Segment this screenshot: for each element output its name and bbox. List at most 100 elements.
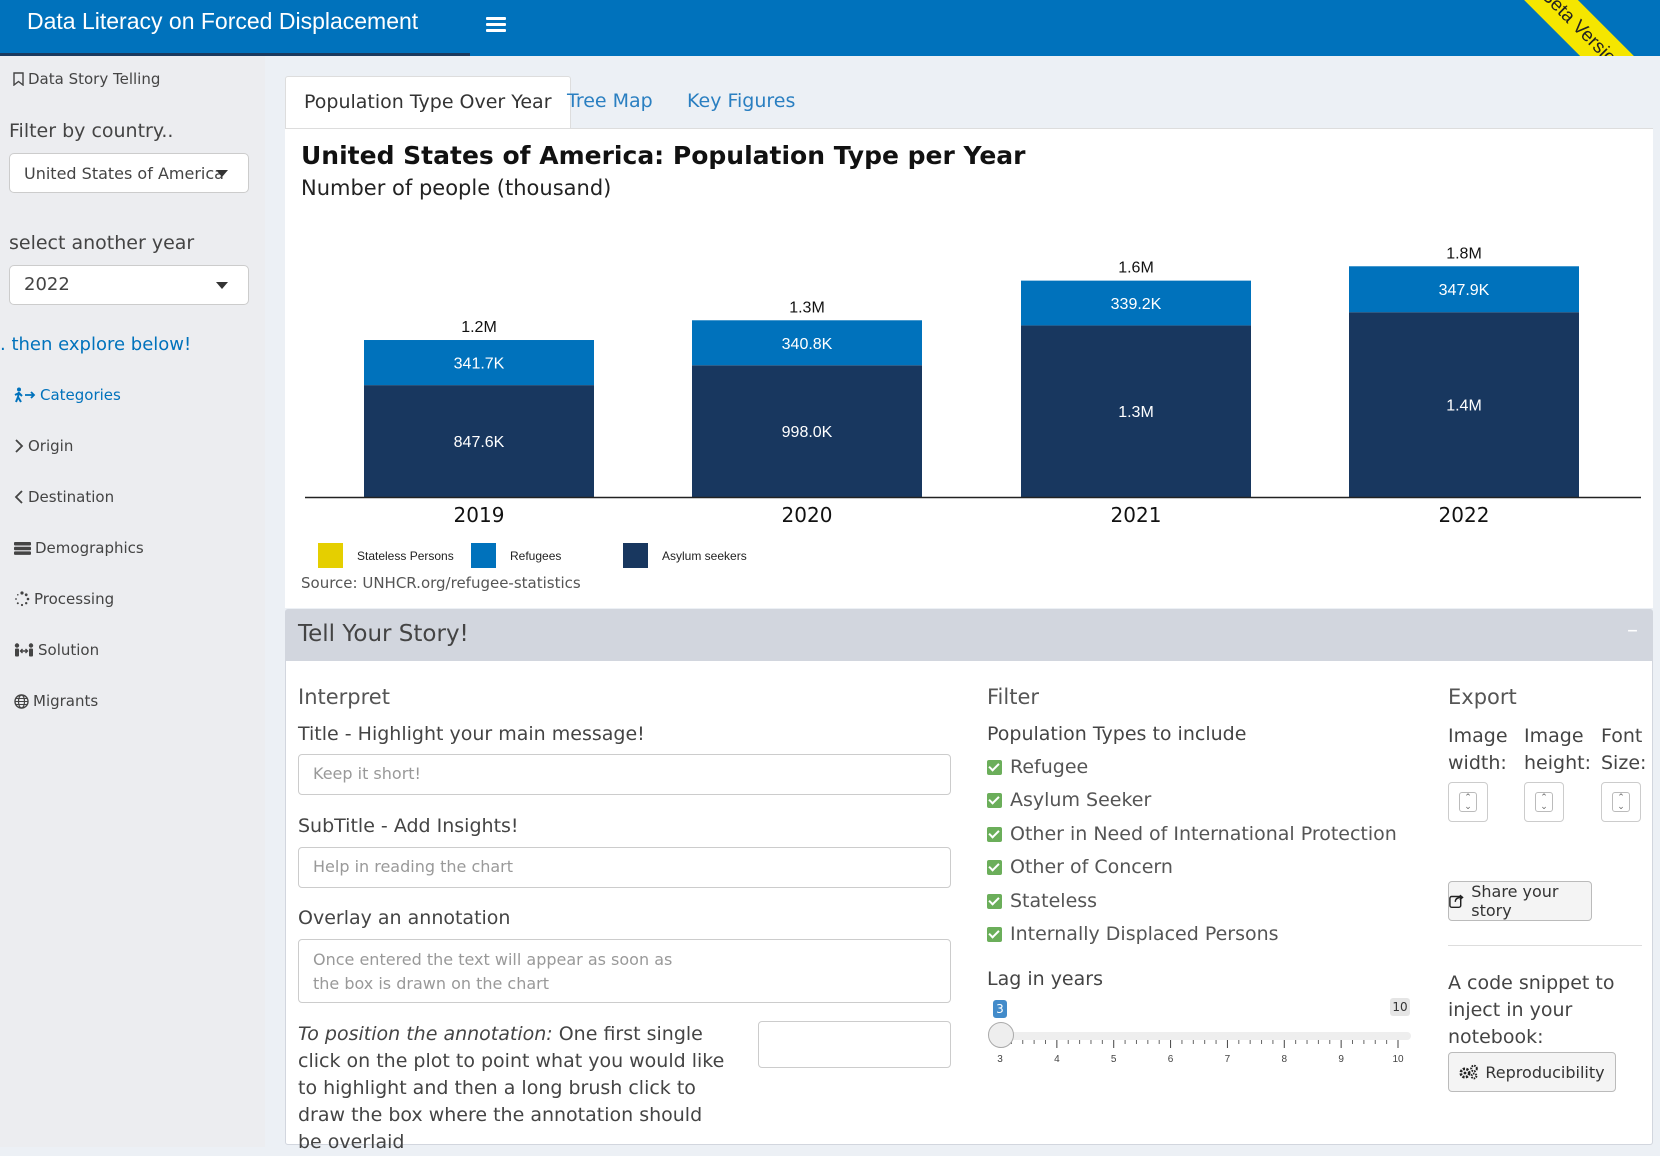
- data-label: 340.8K: [782, 336, 833, 353]
- share-square-icon: [1449, 894, 1464, 909]
- subtitle-input-label: SubTitle - Add Insights!: [298, 815, 519, 837]
- image-height-input[interactable]: ⌃ ⌄: [1524, 782, 1564, 822]
- checkbox-other-in-need[interactable]: Other in Need of International Protectio…: [987, 823, 1397, 845]
- data-label: 998.0K: [782, 424, 833, 441]
- sidebar-item-label: Processing: [34, 590, 115, 608]
- slider-tick-label: 4: [1054, 1054, 1060, 1065]
- interpret-heading: Interpret: [298, 685, 390, 709]
- code-snippet-text: A code snippet to inject in your noteboo…: [1448, 972, 1615, 1048]
- chevron-down-icon: [216, 170, 228, 177]
- data-label: 1.4M: [1446, 398, 1482, 415]
- annotation-coords-input[interactable]: [758, 1021, 951, 1068]
- spinner-arrows-icon[interactable]: ⌃ ⌄: [1535, 792, 1553, 812]
- chart-title: United States of America: Population Typ…: [301, 141, 1026, 170]
- sidebar-item-origin[interactable]: Origin: [14, 437, 73, 455]
- sidebar-item-migrants[interactable]: Migrants: [14, 692, 98, 710]
- sidebar-item-label: Categories: [40, 386, 121, 404]
- x-tick-label: 2022: [1439, 503, 1490, 527]
- slider-tick-label: 8: [1282, 1054, 1288, 1065]
- country-select-value: United States of America: [24, 164, 224, 183]
- sidebar-item-categories[interactable]: Categories: [14, 386, 121, 404]
- country-select[interactable]: United States of America: [9, 153, 249, 193]
- sidebar-item-label: Destination: [28, 488, 115, 506]
- legend-swatch: [623, 543, 648, 568]
- story-title-input[interactable]: Keep it short!: [298, 754, 951, 795]
- data-story-telling-link[interactable]: Data Story Telling: [13, 70, 160, 88]
- lag-slider-handle[interactable]: [988, 1022, 1014, 1048]
- legend-label: Stateless Persons: [357, 549, 454, 563]
- sidebar-item-destination[interactable]: Destination: [14, 488, 114, 506]
- sidebar-item-label: Origin: [28, 437, 74, 455]
- lag-slider-ticks: 3 4 5 6 7 8 9 10: [997, 1040, 1404, 1065]
- image-height-label: Image height:: [1524, 725, 1591, 774]
- total-label: 1.3M: [789, 299, 825, 316]
- checkbox-refugee[interactable]: Refugee: [987, 756, 1088, 778]
- checkbox-label: Internally Displaced Persons: [1010, 923, 1279, 945]
- year-select[interactable]: 2022: [9, 265, 249, 305]
- collapse-icon[interactable]: –: [1627, 618, 1638, 643]
- top-header: Data Literacy on Forced Displacement Bet…: [0, 0, 1660, 56]
- title-input-label: Title - Highlight your main message!: [298, 723, 645, 745]
- slider-tick-label: 5: [1111, 1054, 1117, 1065]
- checkbox-stateless[interactable]: Stateless: [987, 890, 1097, 912]
- total-label: 1.8M: [1446, 245, 1482, 262]
- beta-ribbon: Beta Version ❗: [1486, 0, 1660, 56]
- tab-tree-map[interactable]: Tree Map: [567, 76, 653, 128]
- lag-years-label: Lag in years: [987, 968, 1103, 990]
- data-label: 847.6K: [454, 434, 505, 451]
- image-width-input[interactable]: ⌃ ⌄: [1448, 782, 1488, 822]
- explore-hint: . then explore below!: [0, 334, 192, 355]
- chevron-left-icon: [14, 490, 23, 504]
- checkbox-checked-icon: [987, 926, 1002, 942]
- legend-label: Refugees: [510, 549, 561, 563]
- sidebar-item-solution[interactable]: Solution: [14, 641, 99, 659]
- lag-slider-track[interactable]: [999, 1032, 1411, 1040]
- checkbox-label: Other in Need of International Protectio…: [1010, 823, 1397, 845]
- sidebar: Data Story Telling Filter by country.. U…: [0, 56, 265, 1147]
- checkbox-label: Other of Concern: [1010, 856, 1173, 878]
- checkbox-label: Asylum Seeker: [1010, 789, 1152, 811]
- sidebar-item-label: Solution: [38, 641, 100, 659]
- sidebar-item-processing[interactable]: Processing: [14, 590, 114, 608]
- position-note-lead: To position the annotation:: [298, 1023, 553, 1045]
- filter-country-label: Filter by country..: [9, 120, 174, 142]
- checkbox-asylum-seeker[interactable]: Asylum Seeker: [987, 789, 1151, 811]
- slider-tick-label: 3: [997, 1054, 1003, 1065]
- people-arrows-icon: [14, 642, 34, 656]
- spinner-arrows-icon[interactable]: ⌃ ⌄: [1612, 792, 1630, 812]
- app-title[interactable]: Data Literacy on Forced Displacement: [0, 0, 470, 56]
- sidebar-item-label: Demographics: [35, 539, 144, 557]
- share-story-button[interactable]: Share your story: [1448, 881, 1592, 921]
- spinner-arrows-icon[interactable]: ⌃ ⌄: [1459, 792, 1477, 812]
- stacked-bar-chart[interactable]: 847.6K 341.7K 1.2M 2019 998.0K 340.8K 1.3M 2020…: [285, 215, 1653, 575]
- annotation-placeholder: Once entered the text will appear as soo…: [313, 950, 673, 993]
- data-label: 339.2K: [1111, 296, 1162, 313]
- font-size-input[interactable]: ⌃ ⌄: [1601, 782, 1641, 822]
- legend-swatch: [318, 543, 343, 568]
- checkbox-checked-icon: [987, 792, 1002, 808]
- menu-toggle-icon[interactable]: [486, 14, 506, 34]
- checkbox-other-of-concern[interactable]: Other of Concern: [987, 856, 1173, 878]
- chart-source: Source: UNHCR.org/refugee-statistics: [301, 574, 581, 592]
- story-subtitle-input[interactable]: Help in reading the chart: [298, 847, 951, 888]
- sidebar-item-label: Migrants: [33, 692, 99, 710]
- legend-label: Asylum seekers: [662, 549, 747, 563]
- font-size-label: Font Size:: [1601, 725, 1647, 774]
- tab-key-figures[interactable]: Key Figures: [687, 76, 795, 128]
- slider-tick-label: 7: [1225, 1054, 1231, 1065]
- data-label: 1.3M: [1118, 404, 1154, 421]
- checkbox-idp[interactable]: Internally Displaced Persons: [987, 923, 1279, 945]
- population-types-label: Population Types to include: [987, 723, 1247, 745]
- chart-subtitle: Number of people (thousand): [301, 176, 612, 200]
- bookmark-icon: [13, 72, 24, 86]
- x-tick-label: 2020: [782, 503, 833, 527]
- checkbox-checked-icon: [987, 859, 1002, 875]
- sidebar-item-demographics[interactable]: Demographics: [14, 539, 144, 557]
- slider-tick-label: 9: [1338, 1054, 1344, 1065]
- spinner-icon: [15, 591, 30, 607]
- export-heading: Export: [1448, 685, 1517, 709]
- data-label: 347.9K: [1439, 282, 1490, 299]
- tab-population-type-over-year[interactable]: Population Type Over Year: [285, 76, 571, 128]
- annotation-textarea[interactable]: Once entered the text will appear as soo…: [298, 939, 951, 1003]
- reproducibility-button[interactable]: Reproducibility: [1448, 1052, 1616, 1092]
